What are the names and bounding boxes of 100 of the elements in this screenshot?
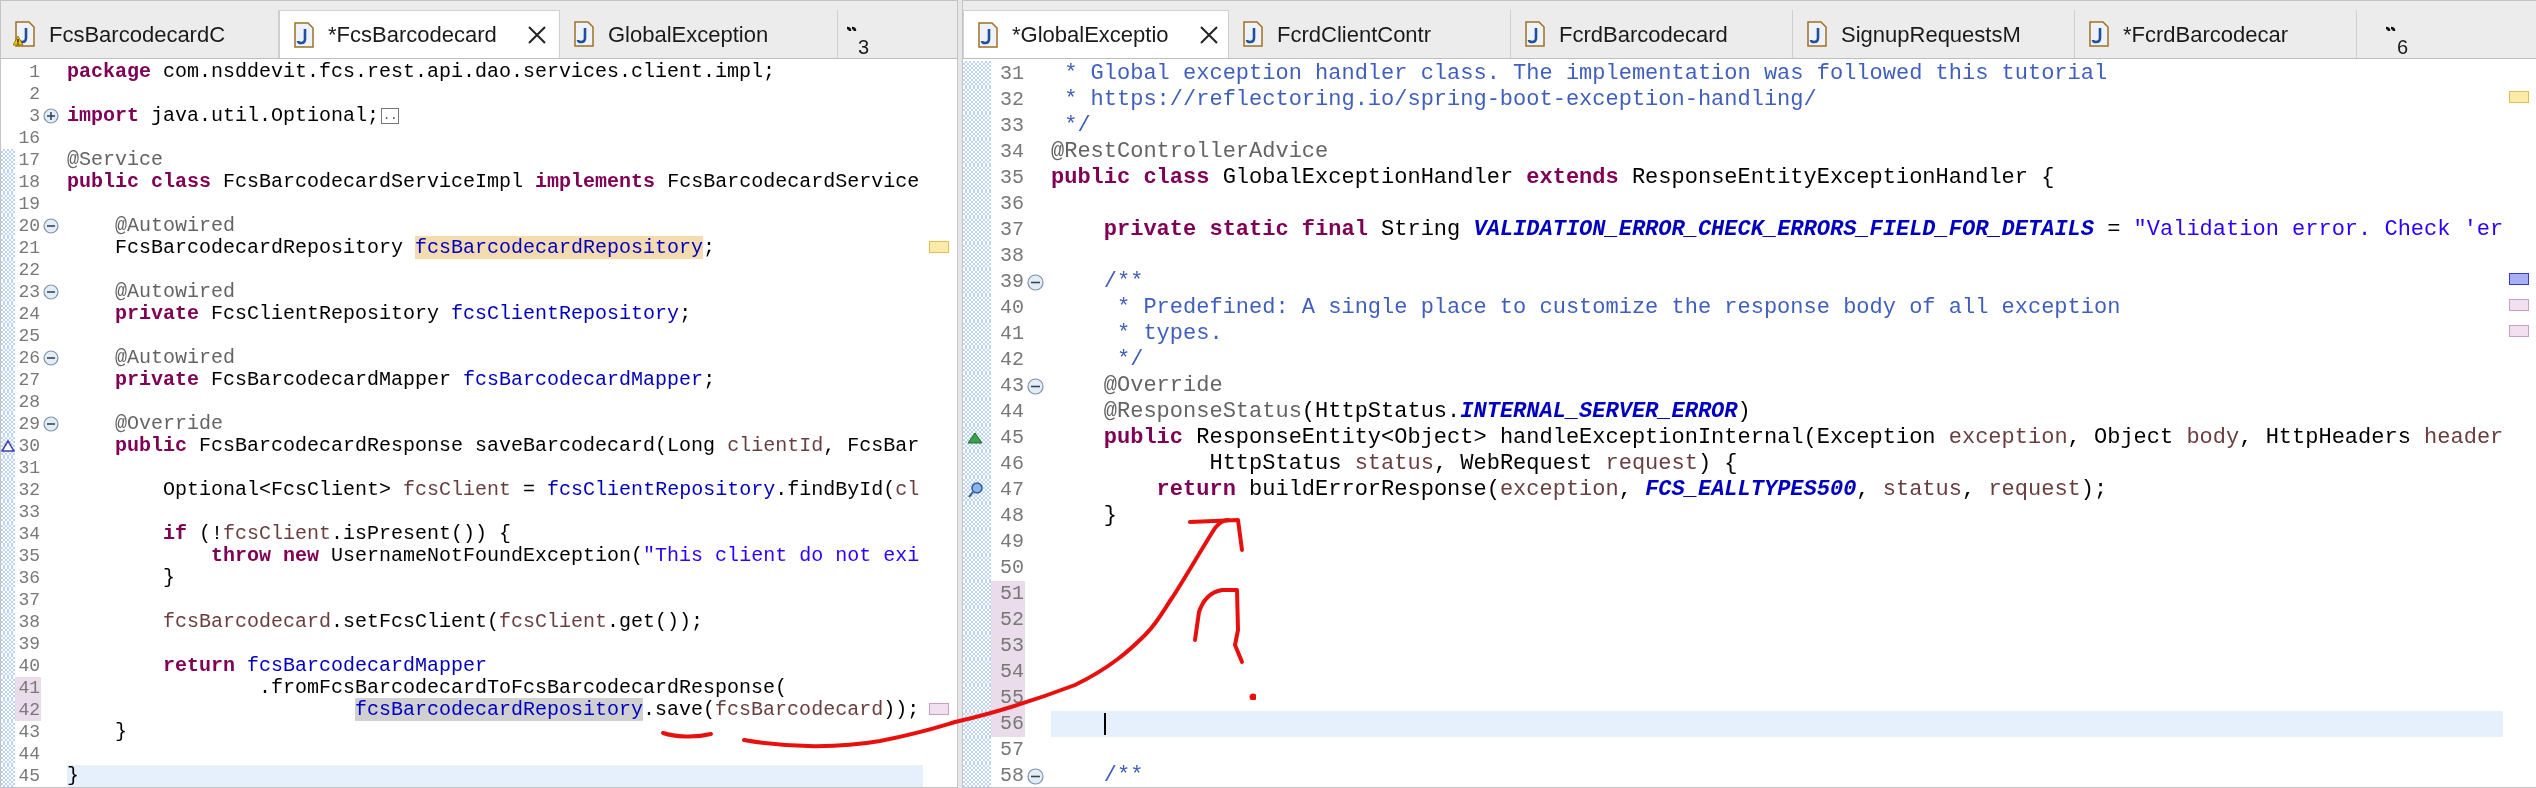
code-line: return buildErrorResponse(exception, FCS_EALLTYPES500, status, request); bbox=[1155, 477, 2108, 503]
line-number: 25 bbox=[17, 325, 41, 347]
line-number: 2 bbox=[28, 83, 41, 105]
chevron-icon bbox=[2385, 26, 2396, 34]
editor-tab[interactable]: *FcsBarcodecard bbox=[279, 10, 560, 58]
line-number: 47 bbox=[999, 477, 1025, 503]
code-line: public class FcsBarcodecardServiceImpl implements FcsBarcodecardService bbox=[67, 171, 920, 193]
collapse-icon[interactable] bbox=[43, 350, 59, 366]
line-number: 35 bbox=[17, 545, 41, 567]
chevron-icon bbox=[846, 26, 857, 34]
line-number: 28 bbox=[17, 391, 41, 413]
line-number: 16 bbox=[17, 127, 41, 149]
line-number: 30 bbox=[17, 435, 41, 457]
code-line: public class GlobalExceptionHandler extends ResponseEntityExceptionHandler { bbox=[1051, 165, 2055, 191]
line-number: 22 bbox=[17, 259, 41, 281]
line-number: 29 bbox=[17, 413, 41, 435]
code-line: Optional<FcsClient> fcsClient = fcsClientRepository.findById(cl bbox=[162, 479, 920, 501]
line-number: 51 bbox=[991, 581, 1025, 607]
code-line: public FcsBarcodecardResponse saveBarcodecard(Long clientId, FcsBar bbox=[114, 435, 920, 457]
line-number: 44 bbox=[999, 399, 1025, 425]
code-line: fcsBarcodecard.setFcsClient(fcsClient.get()); bbox=[162, 611, 704, 633]
underline-stroke bbox=[660, 729, 714, 739]
line-number: 40 bbox=[999, 295, 1025, 321]
java-file-icon bbox=[1805, 21, 1827, 47]
line-number: 3 bbox=[28, 105, 41, 127]
code-line: * https://reflectoring.io/spring-boot-exception-handling/ bbox=[1063, 87, 1817, 113]
java-file-icon bbox=[1241, 21, 1263, 47]
line-number: 35 bbox=[999, 165, 1025, 191]
code-line: return fcsBarcodecardMapper bbox=[162, 655, 488, 677]
code-line: */ bbox=[1063, 113, 1091, 139]
code-line: public ResponseEntity<Object> handleExceptionInternal(Exception exception, Object body, HttpHeaders header bbox=[1102, 425, 2504, 451]
line-number: 31 bbox=[999, 61, 1025, 87]
collapse-icon[interactable] bbox=[1027, 767, 1044, 785]
collapse-icon[interactable] bbox=[1027, 377, 1044, 395]
line-number: 52 bbox=[991, 607, 1025, 633]
line-number: 26 bbox=[17, 347, 41, 369]
line-number: 53 bbox=[991, 633, 1025, 659]
line-number: 37 bbox=[17, 589, 41, 611]
code-line: @Autowired bbox=[114, 281, 236, 303]
line-number: 27 bbox=[17, 369, 41, 391]
line-number: 39 bbox=[17, 633, 41, 655]
code-line: @ResponseStatus(HttpStatus.INTERNAL_SERVER_ERROR) bbox=[1102, 399, 1751, 425]
code-line: if (!fcsClient.isPresent()) { bbox=[162, 523, 512, 545]
line-number: 58 bbox=[999, 763, 1025, 787]
close-icon bbox=[525, 23, 548, 46]
code-line: } bbox=[1102, 503, 1117, 529]
java-file-icon bbox=[572, 21, 594, 47]
line-number: 1 bbox=[28, 61, 41, 83]
line-number: 50 bbox=[999, 555, 1025, 581]
line-number: 33 bbox=[999, 113, 1025, 139]
code-line: * Predefined: A single place to customize the response body of all exception bbox=[1116, 295, 2121, 321]
java-file-icon bbox=[292, 21, 314, 48]
line-number: 32 bbox=[999, 87, 1025, 113]
line-number: 18 bbox=[17, 171, 41, 193]
line-number: 43 bbox=[999, 373, 1025, 399]
line-number: 37 bbox=[999, 217, 1025, 243]
line-number: 33 bbox=[17, 501, 41, 523]
code-line: } bbox=[162, 567, 176, 589]
line-number: 42 bbox=[999, 347, 1025, 373]
code-line: private FcsClientRepository fcsClientRepository; bbox=[114, 303, 692, 325]
code-line: @RestControllerAdvice bbox=[1051, 139, 1329, 165]
line-number: 40 bbox=[17, 655, 41, 677]
collapse-icon[interactable] bbox=[43, 218, 59, 234]
collapse-icon[interactable] bbox=[1027, 273, 1044, 291]
line-number: 54 bbox=[991, 659, 1025, 685]
line-number: 21 bbox=[17, 237, 41, 259]
editor-tab[interactable]: *GlobalExceptio bbox=[963, 10, 1229, 58]
collapse-icon[interactable] bbox=[43, 416, 59, 432]
code-line: private FcsBarcodecardMapper fcsBarcodecardMapper; bbox=[114, 369, 716, 391]
line-number: 39 bbox=[999, 269, 1025, 295]
code-line: } bbox=[67, 765, 79, 787]
code-line: package com.nsddevit.fcs.rest.api.dao.services.client.impl; bbox=[67, 61, 776, 83]
line-number: 49 bbox=[999, 529, 1025, 555]
java-file-icon bbox=[976, 21, 998, 48]
line-number: 57 bbox=[999, 737, 1025, 763]
line-number: 38 bbox=[17, 611, 41, 633]
code-line: throw new UsernameNotFoundException("This client do not exi bbox=[210, 545, 920, 567]
java-file-icon bbox=[2087, 21, 2109, 47]
line-number: 19 bbox=[17, 193, 41, 215]
close-icon bbox=[1197, 23, 1220, 46]
code-line: @Override bbox=[114, 413, 224, 435]
code-line: * Global exception handler class. The implementation was followed this tutorial bbox=[1063, 61, 2108, 87]
line-number: 41 bbox=[999, 321, 1025, 347]
line-number: 17 bbox=[17, 149, 41, 171]
more-tabs-button[interactable]: 6 bbox=[2385, 18, 2409, 58]
line-number: 34 bbox=[999, 139, 1025, 165]
code-line: @Override bbox=[1102, 373, 1223, 399]
line-number: 32 bbox=[17, 479, 41, 501]
more-tabs-button[interactable]: 3 bbox=[846, 18, 870, 58]
line-number: 20 bbox=[17, 215, 41, 237]
expand-icon[interactable] bbox=[43, 108, 59, 124]
line-number: 31 bbox=[17, 457, 41, 479]
line-number: 36 bbox=[999, 191, 1025, 217]
line-number: 56 bbox=[991, 711, 1025, 737]
collapse-icon[interactable] bbox=[43, 284, 59, 300]
code-line: @Autowired bbox=[114, 347, 236, 369]
code-line: /** bbox=[1102, 763, 1144, 787]
code-line: */ bbox=[1116, 347, 1144, 373]
line-number: 41 bbox=[15, 677, 41, 699]
line-number: 45 bbox=[17, 765, 41, 787]
